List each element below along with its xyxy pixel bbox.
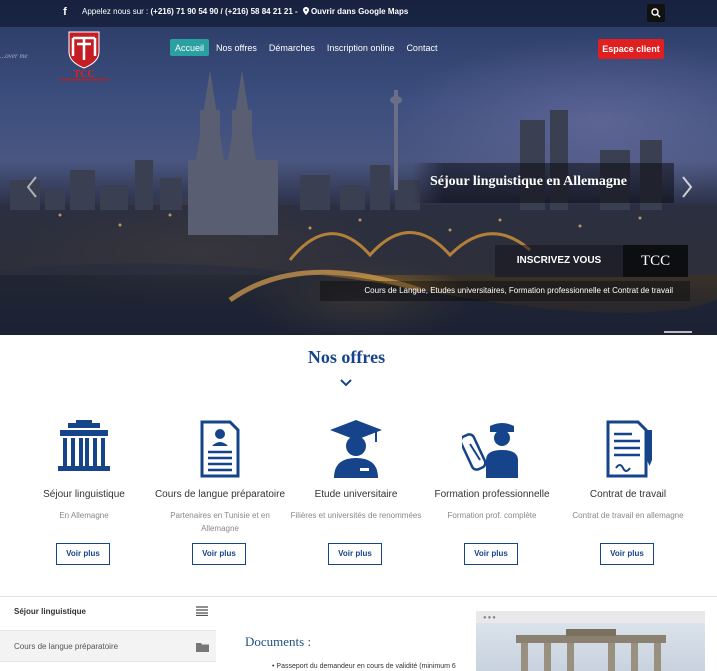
offer-card-cours: Cours de langue préparatoire Partenaires…	[152, 420, 288, 565]
offer-desc: Contrat de travail en allemagne	[572, 511, 684, 520]
offer-card-sejour: Séjour linguistique En Allemagne Voir pl…	[16, 420, 152, 565]
espace-client-button[interactable]: Espace client	[598, 39, 664, 59]
slide-indicator[interactable]	[664, 331, 692, 333]
slide-subtitle: Cours de Langue, Etudes universitaires, …	[320, 281, 690, 301]
map-pin-icon	[302, 7, 309, 15]
offer-desc: En Allemagne	[59, 511, 109, 520]
nav-accueil[interactable]: Accueil	[170, 39, 210, 56]
offer-desc: Formation prof. complète	[447, 511, 537, 520]
sidebar-item-cours[interactable]: Cours de langue préparatoire	[0, 630, 216, 662]
document-photo: ●●●	[476, 611, 705, 671]
sidebar-header[interactable]: Séjour linguistique	[0, 597, 216, 628]
voir-plus-button[interactable]: Voir plus	[600, 543, 654, 565]
list-icon	[196, 606, 208, 616]
voir-plus-button[interactable]: Voir plus	[328, 543, 382, 565]
voir-plus-button[interactable]: Voir plus	[192, 543, 246, 565]
document-icon	[200, 420, 240, 478]
offer-desc: Partenaires en Tunisie et en Allemagne	[170, 511, 270, 533]
contact-info: Appelez nous sur : (+216) 71 90 54 90 / …	[82, 7, 408, 16]
slider-next-icon[interactable]	[680, 175, 694, 199]
offer-card-etude: Etude universitaire Filières et universi…	[288, 420, 424, 565]
offer-title: Contrat de travail	[589, 489, 667, 500]
slider-prev-icon[interactable]	[25, 175, 39, 199]
offer-title: Formation professionnelle	[434, 489, 550, 500]
tcc-logo[interactable]: TCC	[55, 30, 113, 82]
folder-icon	[196, 643, 209, 652]
offer-title: Cours de langue préparatoire	[154, 489, 286, 500]
engineer-icon	[462, 423, 518, 478]
document-list-item: • Passeport du demandeur en cours de val…	[272, 663, 456, 670]
nav-nos-offres[interactable]: Nos offres	[211, 39, 262, 56]
svg-text:TCC: TCC	[73, 69, 94, 80]
offer-desc: Filières et universités de renommées	[290, 511, 422, 520]
offer-title: Etude universitaire	[314, 489, 398, 500]
chevron-down-icon	[340, 379, 352, 387]
brandenburg-gate-icon	[58, 420, 110, 471]
brandenburg-gate-photo	[516, 629, 666, 671]
phone-numbers[interactable]: (+216) 71 90 54 90 / (+216) 58 84 21 21 …	[151, 7, 298, 16]
offer-card-contrat: Contrat de travail Contrat de travail en…	[560, 420, 696, 565]
sidebar-heading: Séjour linguistique	[14, 607, 87, 616]
search-icon	[651, 8, 661, 18]
google-maps-link[interactable]: Ouvrir dans Google Maps	[311, 7, 408, 16]
voir-plus-button[interactable]: Voir plus	[464, 543, 518, 565]
facebook-icon[interactable]: f	[60, 6, 70, 18]
graduate-icon	[330, 420, 382, 478]
logo-tagline: ...over me	[0, 52, 28, 60]
contact-prefix: Appelez nous sur :	[82, 7, 149, 16]
top-contact-bar: f Appelez nous sur : (+216) 71 90 54 90 …	[0, 0, 717, 27]
sidebar-item-label: Cours de langue préparatoire	[14, 642, 119, 651]
main-nav: Accueil Nos offres Démarches Inscription…	[170, 39, 442, 56]
nav-inscription-online[interactable]: Inscription online	[322, 39, 400, 56]
nav-demarches[interactable]: Démarches	[264, 39, 320, 56]
offres-heading: Nos offres	[307, 347, 386, 367]
slide-brand: TCC	[623, 245, 688, 277]
offer-card-formation: Formation professionnelle Formation prof…	[424, 420, 560, 565]
slide-title: Séjour linguistique en Allemagne	[430, 174, 627, 189]
nav-contact[interactable]: Contact	[401, 39, 442, 56]
tcc-shield-logo: TCC	[59, 31, 109, 81]
documents-title: Documents :	[245, 634, 312, 649]
offer-title: Séjour linguistique	[43, 489, 125, 500]
slide-caption: Séjour linguistique en Allemagne	[412, 163, 674, 203]
contract-icon	[606, 420, 652, 478]
inscrivez-vous-button[interactable]: INSCRIVEZ VOUS	[495, 245, 623, 277]
voir-plus-button[interactable]: Voir plus	[56, 543, 110, 565]
hero-slider: f Appelez nous sur : (+216) 71 90 54 90 …	[0, 0, 717, 335]
search-button[interactable]	[647, 4, 665, 22]
